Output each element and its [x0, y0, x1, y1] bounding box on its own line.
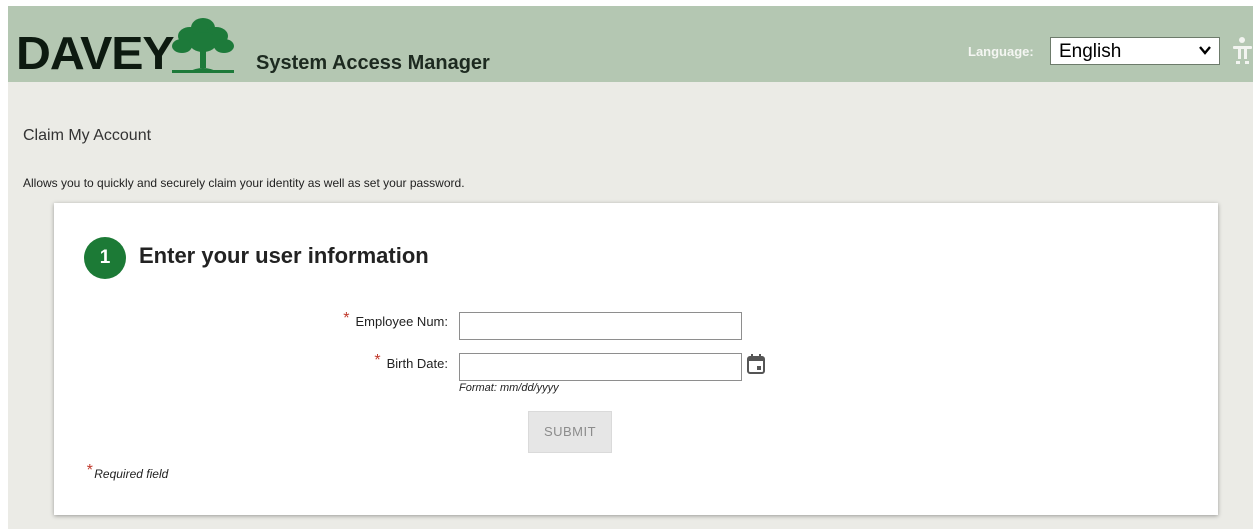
- required-field-note: * Required field: [86, 462, 169, 483]
- birth-date-label: * Birth Date:: [320, 352, 448, 373]
- tree-logo-icon: [172, 18, 234, 73]
- language-label: Language:: [968, 44, 1034, 59]
- required-asterisk: *: [86, 462, 93, 479]
- birth-date-format-hint: Format: mm/dd/yyyy: [459, 382, 559, 394]
- employee-num-input[interactable]: [459, 312, 742, 340]
- required-field-text: Required field: [94, 467, 169, 481]
- calendar-icon[interactable]: [746, 353, 766, 375]
- page-title: Claim My Account: [23, 127, 152, 144]
- step-title: Enter your user information: [139, 243, 429, 268]
- header-bar: DAVEY System Access Manager Language: En…: [8, 6, 1253, 82]
- required-asterisk: *: [343, 310, 350, 327]
- davey-logo: DAVEY: [16, 18, 236, 79]
- required-asterisk: *: [374, 352, 381, 369]
- employee-num-label: * Employee Num:: [320, 310, 448, 331]
- birth-date-input[interactable]: [459, 353, 742, 381]
- app-title: System Access Manager: [256, 52, 490, 74]
- submit-button[interactable]: SUBMIT: [528, 411, 612, 453]
- page-description: Allows you to quickly and securely claim…: [23, 176, 465, 190]
- form-card: 1 Enter your user information * Employee …: [54, 203, 1218, 515]
- language-select[interactable]: English: [1050, 37, 1220, 65]
- step-badge: 1: [84, 237, 126, 279]
- employee-num-label-text: Employee Num:: [355, 314, 448, 329]
- logo-text: DAVEY: [16, 27, 175, 79]
- language-selected-value: English: [1059, 41, 1122, 62]
- page-frame: DAVEY System Access Manager Language: En…: [8, 6, 1253, 529]
- birth-date-label-text: Birth Date:: [386, 356, 448, 371]
- chevron-down-icon: [1199, 46, 1211, 55]
- accessibility-icon[interactable]: [1232, 36, 1253, 66]
